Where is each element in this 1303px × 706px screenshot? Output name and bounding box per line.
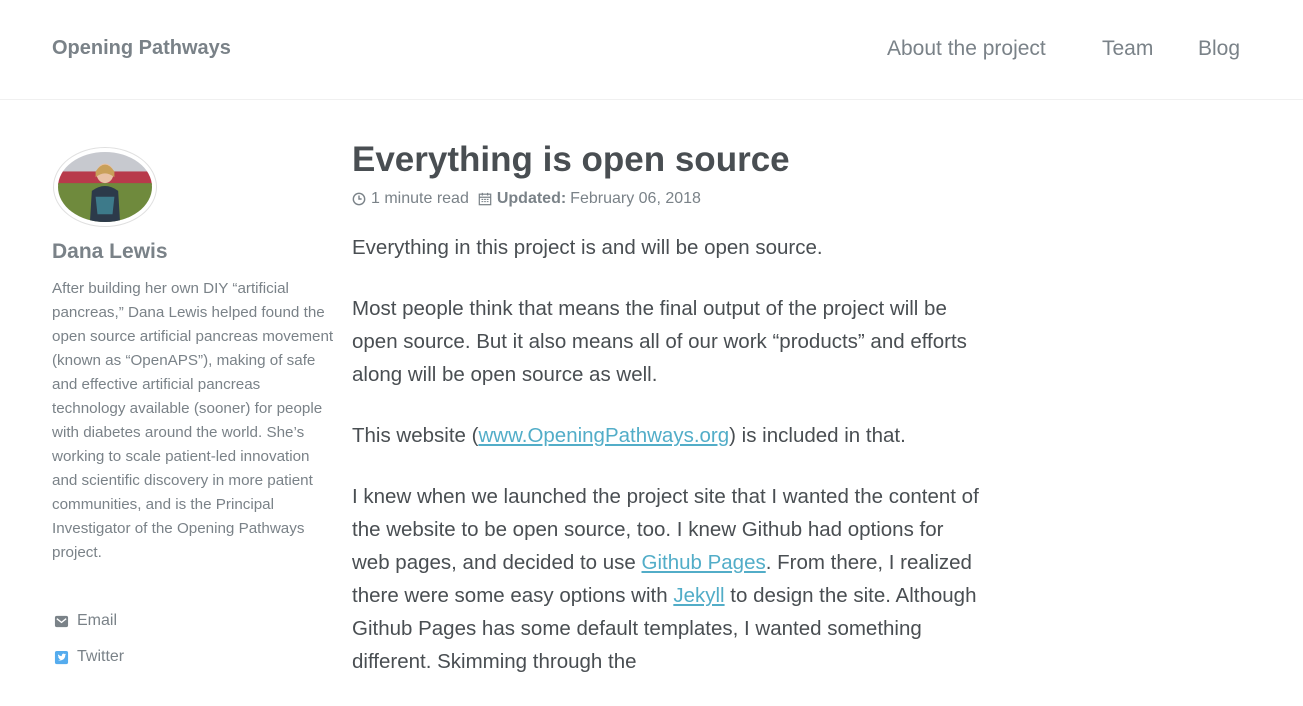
calendar-icon: [478, 192, 492, 206]
author-bio: After building her own DIY “artificial p…: [52, 280, 334, 561]
nav-about-link[interactable]: About the project: [887, 37, 1046, 61]
author-twitter-label: Twitter: [77, 648, 125, 665]
masthead: Opening Pathways About the project Team …: [0, 0, 1303, 100]
author-email-label: Email: [77, 612, 118, 629]
post-content: Everything in this project is and will b…: [352, 231, 982, 706]
nav-blog-link[interactable]: Blog: [1198, 37, 1240, 61]
post-title: Everything is open source: [352, 140, 790, 179]
updated-date: February 06, 2018: [570, 190, 701, 207]
nav-team-link[interactable]: Team: [1102, 37, 1153, 61]
paragraph-2: Most people think that means the final o…: [352, 297, 967, 386]
clock-icon: [352, 192, 366, 206]
post-meta: 1 minute read Updated: February 06, 2018: [352, 190, 701, 208]
website-link[interactable]: www.OpeningPathways.org: [478, 424, 729, 447]
paragraph-3-text-b: ) is included in that.: [729, 424, 906, 447]
paragraph-1: Everything in this project is and will b…: [352, 236, 823, 259]
paragraph-3-text-a: This website (: [352, 424, 479, 447]
github-pages-link[interactable]: Github Pages: [642, 551, 766, 574]
author-twitter-link[interactable]: Twitter: [54, 648, 124, 666]
author-name: Dana Lewis: [52, 240, 168, 263]
envelope-icon: [54, 615, 69, 627]
paragraph-4: I knew when we launched the project site…: [352, 480, 982, 678]
site-title-link[interactable]: Opening Pathways: [52, 37, 231, 60]
twitter-icon: [54, 650, 69, 664]
updated-label: Updated:: [496, 190, 567, 207]
read-time: 1 minute read: [371, 190, 469, 207]
paragraph-3: This website (www.OpeningPathways.org) i…: [352, 419, 982, 452]
jekyll-link[interactable]: Jekyll: [673, 584, 724, 607]
author-email-link[interactable]: Email: [54, 612, 117, 630]
author-avatar: [53, 147, 157, 227]
